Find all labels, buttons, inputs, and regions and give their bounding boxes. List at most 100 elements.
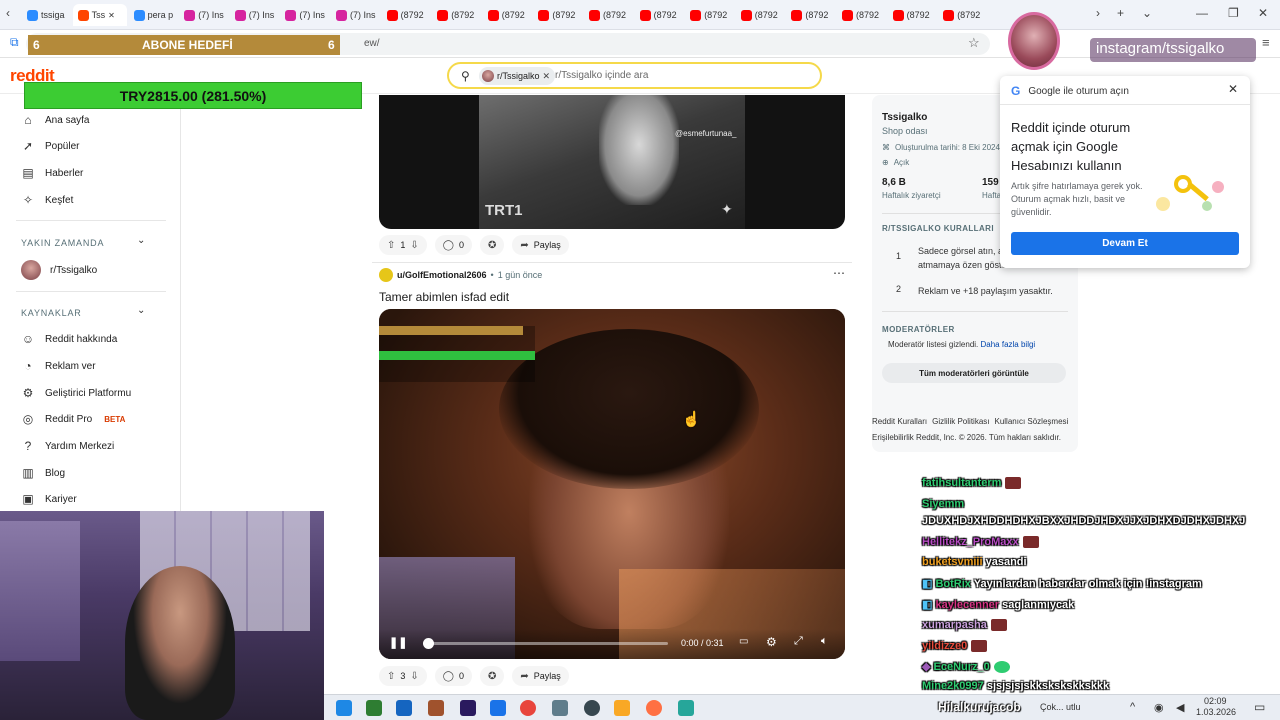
rule-2[interactable]: 2 Reklam ve +18 paylaşım yasaktır.: [896, 284, 1066, 300]
sidebar-item-home[interactable]: ⌂ Ana sayfa: [20, 112, 89, 128]
store-icon[interactable]: [366, 700, 382, 716]
footer-link-rules[interactable]: Reddit Kuralları: [872, 417, 927, 426]
sidebar-item-help[interactable]: ? Yardım Merkezi: [20, 438, 115, 454]
notification-icon[interactable]: ▭: [1254, 700, 1265, 714]
upvote-icon[interactable]: ⇧: [387, 671, 395, 682]
sidebar-item-about[interactable]: ☺ Reddit hakkında: [20, 331, 117, 347]
captions-icon[interactable]: ▭: [739, 636, 748, 647]
close-tab-icon[interactable]: ✕: [108, 11, 115, 20]
footer-link-privacy[interactable]: Gizlilik Politikası: [932, 417, 989, 426]
continue-button[interactable]: Devam Et: [1011, 232, 1239, 255]
sidebar-item-tssigalko[interactable]: r/Tssigalko: [21, 260, 97, 280]
downvote-icon[interactable]: ⇩: [410, 240, 418, 251]
sidebar-item-reddit-pro[interactable]: ◎ Reddit Pro BETA: [20, 411, 126, 427]
post-image[interactable]: TRT1 @esmefurtunaa_ ✦: [379, 95, 845, 229]
app-icon[interactable]: [552, 700, 568, 716]
award-button[interactable]: ✪: [480, 235, 505, 255]
sidebar-item-advertise[interactable]: ◔ Reklam ver: [20, 358, 95, 374]
chevron-down-icon[interactable]: ⌄: [137, 305, 145, 316]
browser-tab[interactable]: (8792: [888, 4, 938, 26]
sidebar-item-careers[interactable]: ▣ Kariyer: [20, 491, 76, 507]
settings-gear-icon[interactable]: ⚙: [766, 635, 777, 649]
security-icon[interactable]: [396, 700, 412, 716]
folder-icon[interactable]: [614, 700, 630, 716]
browser-tab[interactable]: (7) Ins: [179, 4, 229, 26]
browser-tab[interactable]: (7) Ins: [331, 4, 381, 26]
browser-tab[interactable]: (7) Ins: [230, 4, 280, 26]
sidebar-toggle-icon[interactable]: ⧉: [10, 35, 19, 50]
browser-tab[interactable]: Tss ✕: [72, 4, 127, 26]
browser-tab[interactable]: (8792: [584, 4, 634, 26]
app-icon[interactable]: [428, 700, 444, 716]
premiere-icon[interactable]: [460, 700, 476, 716]
browser-menu-icon[interactable]: ≡: [1262, 35, 1270, 50]
google-g-icon: G: [1011, 84, 1021, 98]
chevron-down-icon[interactable]: ⌄: [137, 235, 145, 246]
chip-close-icon[interactable]: ✕: [543, 71, 551, 82]
view-all-moderators-button[interactable]: Tüm moderatörleri görüntüle: [882, 363, 1066, 383]
moderators-link[interactable]: Daha fazla bilgi: [981, 340, 1036, 349]
close-window-icon[interactable]: ✕: [1258, 6, 1268, 20]
browser-tab[interactable]: (8792: [533, 4, 583, 26]
upvote-icon[interactable]: ⇧: [387, 240, 395, 251]
minimize-icon[interactable]: —: [1196, 6, 1208, 20]
sidebar-item-popular[interactable]: ➚ Popüler: [20, 138, 80, 154]
more-options-icon[interactable]: ⋯: [833, 266, 845, 280]
post-title[interactable]: Tamer abimlen isfad edit: [379, 290, 509, 304]
sidebar-item-blog[interactable]: ▥ Blog: [20, 465, 65, 481]
app-icon[interactable]: [678, 700, 694, 716]
close-popup-icon[interactable]: ✕: [1228, 82, 1238, 96]
restore-icon[interactable]: ❐: [1228, 6, 1239, 20]
resources-section-header[interactable]: KAYNAKLAR: [21, 308, 82, 318]
volume-icon[interactable]: 🔈︎: [821, 635, 828, 648]
downvote-icon[interactable]: ⇩: [410, 671, 418, 682]
pause-icon[interactable]: ❚❚: [389, 636, 407, 649]
browser-tab[interactable]: (8792: [938, 4, 988, 26]
tab-scroll-icon[interactable]: ›: [1096, 6, 1100, 20]
app-icon[interactable]: [490, 700, 506, 716]
browser-tab[interactable]: (8792: [685, 4, 735, 26]
seek-handle[interactable]: [423, 638, 434, 649]
share-button[interactable]: ➦ Paylaş: [512, 235, 569, 255]
author-avatar[interactable]: [379, 268, 393, 282]
back-arrow-icon[interactable]: ‹: [6, 6, 10, 20]
edge-icon[interactable]: [336, 700, 352, 716]
browser-tab[interactable]: tssiga: [22, 4, 72, 26]
bookmark-star-icon[interactable]: ☆: [968, 35, 980, 51]
award-button[interactable]: ✪: [480, 666, 505, 686]
new-tab-icon[interactable]: +: [1117, 6, 1124, 20]
browser-tab[interactable]: (8792: [432, 4, 482, 26]
share-button[interactable]: ➦ Paylaş: [512, 666, 569, 686]
tray-chevron-icon[interactable]: ^: [1130, 701, 1135, 713]
weather-text[interactable]: Çok... utlu: [1040, 702, 1081, 712]
sidebar-item-news[interactable]: ▤ Haberler: [20, 165, 83, 181]
browser-tab[interactable]: (8792: [837, 4, 887, 26]
search-community-chip[interactable]: r/Tssigalko ✕: [479, 67, 556, 85]
search-bar[interactable]: ⚲ r/Tssigalko ✕ r/Tssigalko içinde ara: [447, 62, 822, 89]
clock-time[interactable]: 02:09: [1204, 696, 1227, 706]
seek-bar[interactable]: [423, 638, 668, 649]
comment-button[interactable]: ◯ 0: [434, 666, 473, 686]
footer-link-agreement[interactable]: Kullanıcı Sözleşmesi: [994, 417, 1068, 426]
tab-list-chevron-icon[interactable]: ⌄: [1142, 6, 1152, 20]
sidebar-item-explore[interactable]: ✧ Keşfet: [20, 192, 73, 208]
fullscreen-icon[interactable]: ⤢: [794, 635, 803, 648]
video-player[interactable]: ❚❚ 0:00 / 0:31 ▭ ⚙ ⤢ 🔈︎: [379, 309, 845, 659]
obs-icon[interactable]: [584, 700, 600, 716]
post-author[interactable]: u/GolfEmotional2606: [397, 270, 487, 280]
clock-date[interactable]: 1.03.2026: [1196, 707, 1236, 717]
browser-tab[interactable]: (8792: [635, 4, 685, 26]
comment-button[interactable]: ◯ 0: [434, 235, 473, 255]
volume-tray-icon[interactable]: ◀: [1176, 701, 1184, 714]
browser-tab[interactable]: (7) Ins: [280, 4, 330, 26]
chrome-icon[interactable]: [520, 700, 536, 716]
sidebar-item-developer[interactable]: ⚙ Geliştirici Platformu: [20, 385, 132, 401]
recent-section-header[interactable]: YAKIN ZAMANDA: [21, 238, 104, 248]
browser-tab[interactable]: (8792: [786, 4, 836, 26]
browser-tab[interactable]: (8792: [483, 4, 533, 26]
network-icon[interactable]: ◉: [1154, 701, 1164, 714]
browser-tab[interactable]: (8792: [382, 4, 432, 26]
firefox-icon[interactable]: [646, 700, 662, 716]
browser-tab[interactable]: pera p: [129, 4, 179, 26]
browser-tab[interactable]: (8792: [736, 4, 786, 26]
